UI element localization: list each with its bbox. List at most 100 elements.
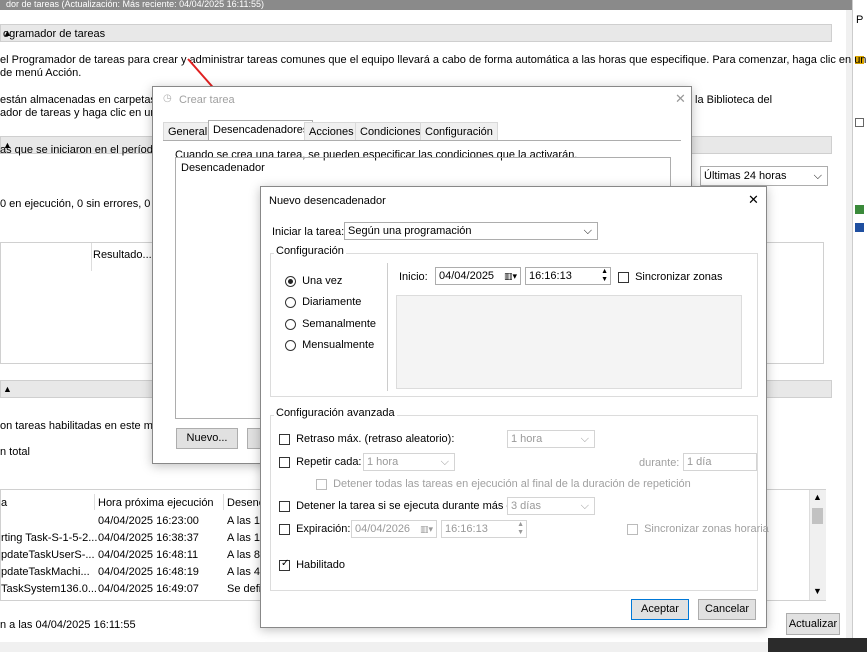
status-period-select[interactable]: Últimas 24 horas ⌵	[700, 166, 828, 186]
repeat-checkbox[interactable]: Repetir cada:	[279, 456, 362, 468]
tab-conditions[interactable]: Condiciones	[355, 122, 426, 141]
checkbox-icon[interactable]	[279, 523, 290, 535]
expiration-sync-checkbox[interactable]: Sincronizar zonas horaria	[627, 523, 769, 535]
table-cell: 04/04/2025 16:23:00	[98, 515, 199, 527]
close-icon[interactable]: ✕	[675, 91, 686, 107]
list-icon[interactable]	[855, 118, 864, 127]
duration-select[interactable]: 1 día	[683, 453, 757, 471]
next-run-column-header[interactable]: Hora próxima ejecución	[98, 497, 214, 509]
spinner-icon[interactable]: ▲ ▼	[601, 268, 608, 284]
repeat-label: Repetir cada:	[296, 456, 362, 468]
tab-settings[interactable]: Configuración	[420, 122, 498, 141]
properties-icon[interactable]	[855, 223, 864, 232]
radio-icon[interactable]	[285, 318, 296, 330]
configuration-group-label: Configuración	[274, 245, 346, 257]
ok-button[interactable]: Aceptar	[631, 599, 689, 620]
expiration-time-value: 16:16:13	[445, 523, 488, 535]
start-task-label: Iniciar la tarea:	[272, 226, 345, 238]
delay-value: 1 hora	[511, 433, 543, 445]
tab-general[interactable]: General	[163, 122, 213, 141]
radio-daily[interactable]: Diariamente	[285, 296, 361, 308]
new-trigger-title: Nuevo desencadenador	[269, 195, 386, 207]
scrollbar-thumb[interactable]	[812, 508, 823, 524]
stop-if-checkbox[interactable]: Detener la tarea si se ejecuta durante m…	[279, 500, 522, 512]
delay-checkbox[interactable]: Retraso máx. (retraso aleatorio):	[279, 433, 454, 445]
calendar-icon[interactable]: ▥▾	[504, 268, 517, 284]
actions-pane: P	[852, 0, 867, 652]
start-time-value: 16:16:13	[529, 270, 572, 282]
checkbox-icon[interactable]	[279, 433, 290, 445]
edit-trigger-button[interactable]	[247, 428, 261, 449]
radio-once-label: Una vez	[302, 275, 343, 287]
checkbox-icon[interactable]	[627, 523, 638, 535]
schedule-options-panel	[396, 295, 742, 389]
expiration-date-input[interactable]: 04/04/2026 ▥▾	[351, 520, 437, 538]
table-cell: rting Task-S-1-5-2...	[1, 532, 98, 544]
expiration-time-input[interactable]: 16:16:13 ▲ ▼	[441, 520, 527, 538]
radio-weekly[interactable]: Semanalmente	[285, 318, 376, 330]
start-task-select[interactable]: Según una programación ⌵	[344, 222, 598, 240]
radio-icon[interactable]	[285, 275, 296, 287]
sync-zones-checkbox[interactable]: Sincronizar zonas	[618, 271, 723, 283]
close-icon[interactable]: ✕	[748, 192, 759, 208]
table-cell: A las 4:	[227, 566, 264, 578]
radio-monthly[interactable]: Mensualmente	[285, 339, 374, 351]
folders-text-1: están almacenadas en carpetas en	[0, 94, 172, 106]
start-date-input[interactable]: 04/04/2025 ▥▾	[435, 267, 521, 285]
table-cell: Se defi	[227, 583, 262, 595]
radio-monthly-label: Mensualmente	[302, 339, 375, 351]
enabled-checkbox[interactable]: ✓ Habilitado	[279, 558, 345, 571]
repeat-select[interactable]: 1 hora ⌵	[363, 453, 455, 471]
result-column-header[interactable]: Resultado...	[93, 249, 152, 261]
scroll-up-icon[interactable]: ▲	[813, 492, 822, 502]
stop-if-select[interactable]: 3 días ⌵	[507, 497, 595, 515]
last-refresh-text: n a las 04/04/2025 16:11:55	[0, 619, 136, 631]
expiration-checkbox[interactable]: Expiración:	[279, 523, 350, 535]
stop-running-label: Detener todas las tareas en ejecución al…	[333, 478, 691, 490]
clock-icon: ◷	[163, 93, 172, 104]
chevron-down-icon: ⌵	[583, 225, 592, 237]
duration-value: 1 día	[687, 456, 712, 468]
checkbox-icon[interactable]	[618, 271, 629, 283]
table-cell: TaskSystem136.0...	[1, 583, 97, 595]
intro-text-1: el Programador de tareas para crear y ad…	[0, 54, 867, 66]
radio-once[interactable]: Una vez	[285, 275, 342, 287]
chevron-down-icon: ⌵	[580, 500, 589, 512]
scroll-down-icon[interactable]: ▼	[813, 586, 822, 596]
folders-text-1-end: la Biblioteca del	[695, 94, 773, 106]
enable-icon[interactable]	[855, 205, 864, 214]
spinner-icon[interactable]: ▲ ▼	[517, 521, 524, 537]
delay-select[interactable]: 1 hora ⌵	[507, 430, 595, 448]
table-cell: pdateTaskMachi...	[1, 566, 90, 578]
window-title: dor de tareas (Actualización: Más recien…	[0, 0, 852, 10]
expiration-sync-label: Sincronizar zonas horaria	[644, 523, 769, 535]
start-task-value: Según una programación	[348, 225, 472, 237]
collapse-icon[interactable]: ▲	[3, 28, 825, 38]
advanced-group-label: Configuración avanzada	[274, 407, 397, 419]
radio-icon[interactable]	[285, 296, 296, 308]
tab-divider	[163, 140, 681, 141]
active-text-1: on tareas habilitadas en este mo	[0, 420, 159, 432]
refresh-button[interactable]: Actualizar	[786, 613, 840, 635]
new-trigger-button[interactable]: Nuevo...	[176, 428, 238, 449]
chevron-down-icon: ⌵	[580, 433, 589, 445]
radio-icon[interactable]	[285, 339, 296, 351]
checkbox-icon[interactable]	[279, 456, 290, 468]
name-column-header[interactable]: a	[1, 497, 7, 509]
stop-if-label: Detener la tarea si se ejecuta durante m…	[296, 500, 522, 512]
tab-triggers[interactable]: Desencadenadores	[208, 120, 314, 141]
stop-running-checkbox[interactable]: Detener todas las tareas en ejecución al…	[316, 478, 691, 490]
checkbox-icon[interactable]	[279, 500, 290, 512]
tab-actions[interactable]: Acciones	[304, 122, 359, 141]
cancel-button[interactable]: Cancelar	[698, 599, 756, 620]
checkbox-icon[interactable]: ✓	[279, 558, 290, 571]
start-time-input[interactable]: 16:16:13 ▲ ▼	[525, 267, 611, 285]
table-cell: pdateTaskUserS-...	[1, 549, 95, 561]
checkbox-icon[interactable]	[316, 478, 327, 490]
trigger-column-header[interactable]: Desencadenador	[181, 162, 265, 174]
table-scrollbar[interactable]: ▲ ▼	[809, 490, 826, 600]
calendar-icon[interactable]: ▥▾	[420, 521, 433, 537]
trigger-column-header[interactable]: Desenc	[227, 497, 264, 509]
table-cell: 04/04/2025 16:38:37	[98, 532, 199, 544]
overview-section-header[interactable]: ogramador de tareas ▲	[0, 24, 832, 42]
